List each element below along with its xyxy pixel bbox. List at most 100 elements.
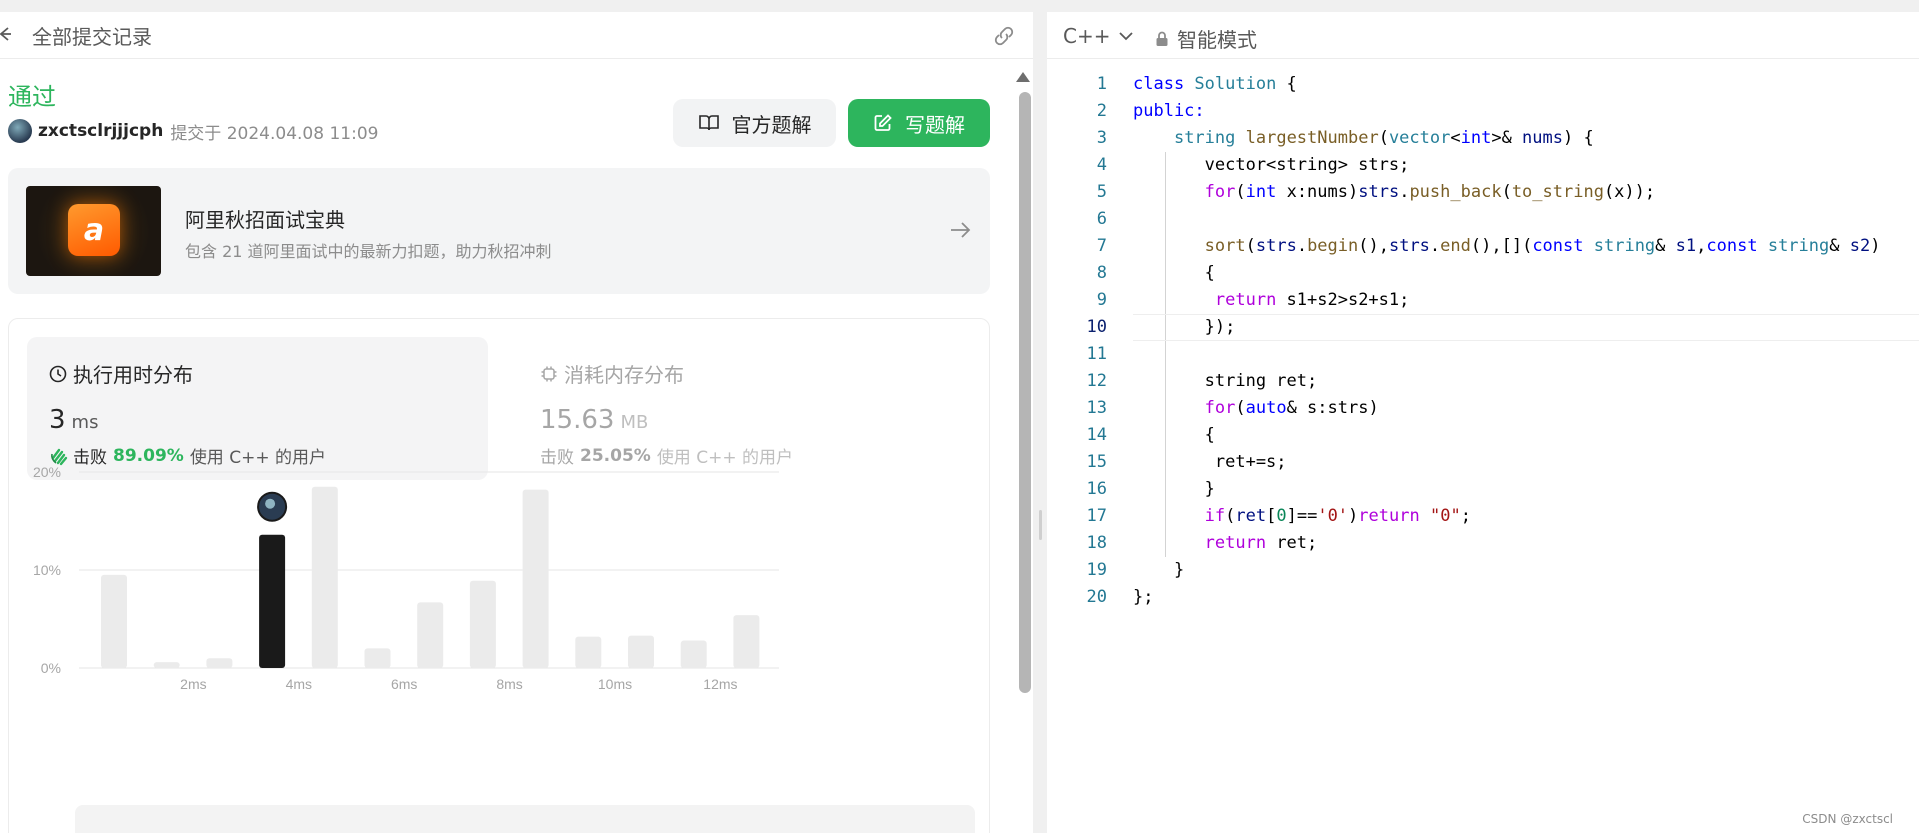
scroll-thumb[interactable] <box>1019 92 1031 693</box>
code-text: class Solution { <box>1133 74 1297 94</box>
y-tick-label: 10% <box>33 562 61 578</box>
code-text: }); <box>1133 317 1236 337</box>
code-text: ret+=s; <box>1133 452 1287 472</box>
code-text: { <box>1133 263 1215 283</box>
x-tick-label: 12ms <box>703 676 737 692</box>
line-number: 19 <box>1086 560 1107 580</box>
bar <box>364 648 391 668</box>
code-line[interactable]: 12 string ret; <box>1047 368 1919 395</box>
promo-banner[interactable]: a 阿里秋招面试宝典 包含 21 道阿里面试中的最新力扣题，助力秋招冲刺 <box>8 168 990 294</box>
distribution-section: 执行用时分布 3 ms 击败 89.09% 使用 C++ 的用户 消耗内存分布 … <box>8 318 990 833</box>
current-line-highlight <box>1133 314 1919 341</box>
code-text: if(ret[0]=='0')return "0"; <box>1204 506 1471 526</box>
code-text: { <box>1133 425 1215 445</box>
y-tick-label: 0% <box>41 660 61 676</box>
line-number: 14 <box>1086 425 1107 445</box>
code-text: return ret; <box>1204 533 1318 553</box>
bar <box>153 662 180 668</box>
submitted-time: 提交于 2024.04.08 11:09 <box>170 123 379 144</box>
bar <box>101 574 127 668</box>
line-number: 18 <box>1086 533 1107 553</box>
bar <box>417 602 444 668</box>
x-tick-label: 6ms <box>391 676 417 692</box>
language-select[interactable]: C++ <box>1063 24 1134 48</box>
line-number: 2 <box>1096 101 1107 121</box>
code-text: } <box>1133 560 1185 580</box>
mini-range-chart[interactable] <box>75 805 975 833</box>
app-window: 全部提交记录 通过 zxctsclrjjjcph 提交于 2024.04.08 … <box>0 0 1919 833</box>
code-line[interactable]: 14 { <box>1047 422 1919 449</box>
line-number: 1 <box>1096 74 1107 94</box>
status-label: 通过 <box>8 83 56 111</box>
line-number: 7 <box>1096 236 1107 256</box>
runtime-distribution-chart: 20% 10% 0% 2ms 4ms 6ms 8ms 10ms 12ms <box>33 464 779 692</box>
code-text: string ret; <box>1133 371 1318 391</box>
code-line[interactable]: 6 <box>1047 206 1919 233</box>
code-editor[interactable]: 1 class Solution {2 public: 3 string larges… <box>1047 71 1919 831</box>
code-text: for(int x:nums)strs.push_back(to_string(… <box>1204 182 1656 202</box>
code-line[interactable]: 9 return s1+s2>s2+s1; <box>1047 287 1919 314</box>
divider-grip[interactable] <box>1039 510 1042 540</box>
book-icon <box>698 115 719 131</box>
x-tick-label: 8ms <box>496 676 522 692</box>
line-number: 11 <box>1086 344 1107 364</box>
pane-divider[interactable] <box>1034 0 1047 833</box>
avatar[interactable] <box>8 119 32 143</box>
share-link-icon[interactable] <box>992 25 1016 47</box>
back-arrow-icon[interactable] <box>0 24 20 44</box>
chevron-down-icon <box>1119 32 1134 41</box>
code-line[interactable]: 7 sort(strs.begin(),strs.end(),[](const … <box>1047 233 1919 260</box>
line-number: 5 <box>1096 182 1107 202</box>
code-line[interactable]: 11 <box>1047 341 1919 368</box>
write-solution-label: 写题解 <box>905 112 965 137</box>
code-text: string largestNumber(vector<int>& nums) … <box>1173 128 1594 148</box>
x-tick-label: 2ms <box>180 676 206 692</box>
code-line[interactable]: 20}; <box>1047 584 1919 611</box>
code-text: return s1+s2>s2+s1; <box>1214 290 1410 310</box>
official-solution-button[interactable]: 官方题解 <box>673 99 836 147</box>
lock-icon <box>1156 31 1168 46</box>
code-line[interactable]: 1 class Solution { <box>1047 71 1919 98</box>
line-number: 10 <box>1086 317 1107 337</box>
all-submissions-link[interactable]: 全部提交记录 <box>32 24 152 50</box>
mode-toggle[interactable]: 智能模式 <box>1155 24 1257 53</box>
line-number: 17 <box>1086 506 1107 526</box>
username[interactable]: zxctsclrjjjcph <box>38 121 163 141</box>
mini-chart-bars <box>75 805 975 833</box>
code-line[interactable]: 15 ret+=s; <box>1047 449 1919 476</box>
line-number: 13 <box>1086 398 1107 418</box>
bar <box>206 658 233 668</box>
code-text: sort(strs.begin(),strs.end(),[](const st… <box>1204 236 1881 256</box>
watermark: CSDN @zxctscl <box>1802 812 1893 826</box>
code-line[interactable]: 18 return ret; <box>1047 530 1919 557</box>
x-tick-label: 10ms <box>598 676 632 692</box>
code-line[interactable]: 16 } <box>1047 476 1919 503</box>
promo-image: a <box>26 186 161 276</box>
code-line[interactable]: 17 if(ret[0]=='0')return "0"; <box>1047 503 1919 530</box>
left-scrollbar[interactable] <box>1012 72 1032 833</box>
bar <box>522 489 549 668</box>
write-solution-button[interactable]: 写题解 <box>848 99 990 147</box>
official-solution-label: 官方题解 <box>731 112 812 137</box>
edit-icon <box>874 114 892 131</box>
code-line[interactable]: 10 }); <box>1047 314 1919 341</box>
line-number: 9 <box>1096 290 1107 310</box>
code-line[interactable]: 13 for(auto& s:strs) <box>1047 395 1919 422</box>
code-line[interactable]: 3 string largestNumber(vector<int>& nums… <box>1047 125 1919 152</box>
code-text: vector<string> strs; <box>1133 155 1410 175</box>
code-text: } <box>1133 479 1215 499</box>
bar <box>733 615 760 668</box>
code-line[interactable]: 5 for(int x:nums)strs.push_back(to_strin… <box>1047 179 1919 206</box>
submitter-info: zxctsclrjjjcph 提交于 2024.04.08 11:09 <box>8 118 378 144</box>
code-line[interactable]: 8 { <box>1047 260 1919 287</box>
scroll-up-arrow-icon[interactable] <box>1016 72 1030 82</box>
bar <box>680 640 707 668</box>
code-text: }; <box>1133 587 1154 607</box>
user-avatar-face <box>265 498 276 509</box>
line-number: 3 <box>1096 128 1107 148</box>
code-line[interactable]: 19 } <box>1047 557 1919 584</box>
promo-title: 阿里秋招面试宝典 <box>185 208 345 232</box>
code-line[interactable]: 2 public: <box>1047 98 1919 125</box>
code-line[interactable]: 4 vector<string> strs; <box>1047 152 1919 179</box>
x-tick-label: 4ms <box>286 676 312 692</box>
